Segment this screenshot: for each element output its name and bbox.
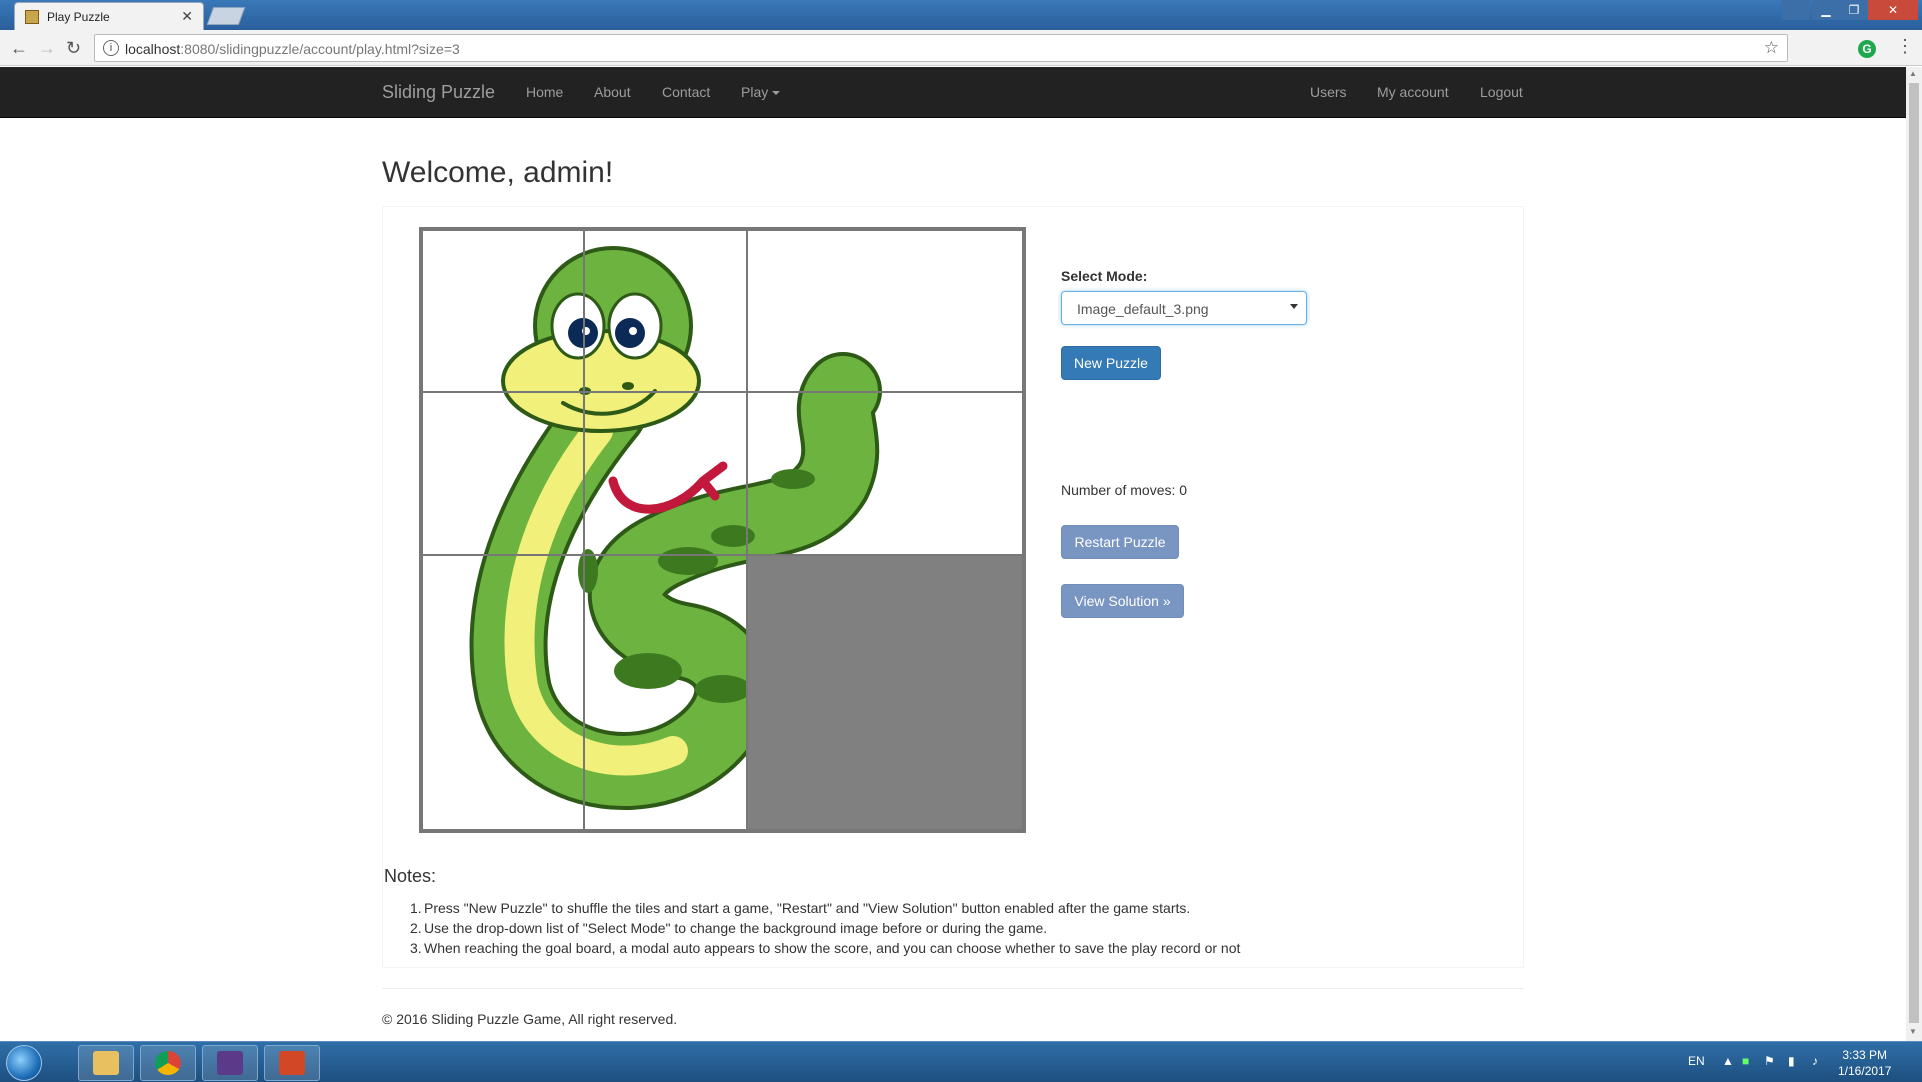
- list-item: 1. Press "New Puzzle" to shuffle the tile…: [410, 900, 1191, 916]
- chrome-icon: [155, 1051, 181, 1075]
- tab-title: Play Puzzle: [47, 10, 110, 24]
- nav-play-label: Play: [741, 84, 769, 100]
- moves-counter: Number of moves: 0: [1061, 482, 1188, 498]
- forward-icon[interactable]: →: [38, 38, 56, 59]
- favicon-icon: [25, 10, 39, 24]
- grid-line: [423, 391, 1022, 393]
- taskbar-clock[interactable]: 3:33 PM 1/16/2017: [1838, 1047, 1891, 1079]
- tab-play-puzzle[interactable]: Play Puzzle ✕: [14, 2, 204, 30]
- taskbar-chrome[interactable]: [140, 1045, 196, 1081]
- list-item: 3. When reaching the goal board, a modal …: [410, 940, 1241, 956]
- flag-icon[interactable]: ⚑: [1764, 1054, 1775, 1068]
- view-solution-button[interactable]: View Solution »: [1061, 584, 1184, 618]
- note-text: When reaching the goal board, a modal au…: [424, 940, 1241, 956]
- browser-tabstrip: Play Puzzle ✕ ▁ ❐ ✕: [0, 0, 1922, 30]
- window-restore-button[interactable]: ❐: [1840, 0, 1868, 20]
- tray-app-icon[interactable]: ■: [1742, 1054, 1749, 1068]
- grid-line: [583, 231, 585, 829]
- window-minimize-button[interactable]: ▁: [1812, 0, 1840, 20]
- presentation-icon: [279, 1051, 305, 1075]
- clock-time: 3:33 PM: [1842, 1048, 1888, 1062]
- window-user-icon[interactable]: [1782, 0, 1810, 20]
- language-indicator[interactable]: EN: [1688, 1054, 1705, 1068]
- select-mode-value: Image_default_3.png: [1077, 301, 1209, 317]
- scroll-thumb[interactable]: [1909, 83, 1919, 1023]
- tab-close-icon[interactable]: ✕: [181, 8, 193, 25]
- page-title: Welcome, admin!: [382, 156, 614, 189]
- network-icon[interactable]: ▮: [1788, 1054, 1795, 1068]
- note-text: Press "New Puzzle" to shuffle the tiles …: [424, 900, 1191, 916]
- bookmark-star-icon[interactable]: ☆: [1764, 38, 1779, 58]
- new-puzzle-button[interactable]: New Puzzle: [1061, 346, 1161, 380]
- note-text: Use the drop-down list of "Select Mode" …: [424, 920, 1048, 936]
- browser-toolbar: ← → ↻ i localhost:8080/slidingpuzzle/acc…: [0, 30, 1922, 66]
- ide-icon: [217, 1051, 243, 1075]
- nav-users[interactable]: Users: [1310, 84, 1347, 100]
- scroll-up-icon[interactable]: ▲: [1909, 69, 1917, 78]
- footer-divider: [382, 988, 1524, 989]
- notes-list: 1. Press "New Puzzle" to shuffle the tile…: [410, 898, 1240, 958]
- reload-icon[interactable]: ↻: [66, 38, 81, 59]
- notes-heading: Notes:: [384, 866, 437, 886]
- nav-play-dropdown[interactable]: Play: [741, 84, 781, 100]
- url-text[interactable]: localhost:8080/slidingpuzzle/account/pla…: [125, 41, 460, 57]
- caret-down-icon: [772, 91, 781, 96]
- start-button[interactable]: [6, 1045, 42, 1081]
- taskbar-explorer[interactable]: [78, 1045, 134, 1081]
- taskbar-ide[interactable]: [202, 1045, 258, 1081]
- window-close-button[interactable]: ✕: [1868, 0, 1918, 20]
- extension-icon[interactable]: G: [1858, 40, 1876, 58]
- back-icon[interactable]: ←: [10, 38, 28, 59]
- restart-puzzle-button[interactable]: Restart Puzzle: [1061, 525, 1179, 559]
- puzzle-board[interactable]: [419, 227, 1026, 833]
- footer-text: © 2016 Sliding Puzzle Game, All right re…: [382, 1011, 678, 1027]
- nav-logout[interactable]: Logout: [1480, 84, 1523, 100]
- dropdown-arrow-icon: [1290, 304, 1298, 309]
- list-item: 2. Use the drop-down list of "Select Mode…: [410, 920, 1048, 936]
- page-scrollbar[interactable]: ▲ ▼: [1906, 67, 1922, 1041]
- url-host: localhost: [125, 41, 181, 57]
- address-bar[interactable]: i localhost:8080/slidingpuzzle/account/p…: [94, 34, 1788, 62]
- navbar-brand[interactable]: Sliding Puzzle: [382, 82, 495, 103]
- scroll-down-icon[interactable]: ▼: [1909, 1027, 1917, 1036]
- taskbar-presentation[interactable]: [264, 1045, 320, 1081]
- nav-home[interactable]: Home: [526, 84, 563, 100]
- empty-tile: [748, 556, 1022, 829]
- url-path: :8080/slidingpuzzle/account/play.html?si…: [180, 41, 460, 57]
- site-navbar: Sliding Puzzle Home About Contact Play U…: [0, 67, 1906, 118]
- select-mode-dropdown[interactable]: Image_default_3.png: [1061, 291, 1307, 325]
- nav-my-account[interactable]: My account: [1377, 84, 1449, 100]
- browser-menu-icon[interactable]: ⋮: [1896, 36, 1914, 57]
- folder-icon: [93, 1051, 119, 1075]
- tray-expand-icon[interactable]: ▲: [1722, 1054, 1734, 1068]
- info-icon[interactable]: i: [103, 40, 119, 56]
- select-mode-label: Select Mode:: [1061, 268, 1148, 284]
- nav-about[interactable]: About: [594, 84, 631, 100]
- volume-icon[interactable]: ♪: [1812, 1054, 1818, 1068]
- new-tab-button[interactable]: [206, 7, 246, 25]
- windows-taskbar: EN ▲ ■ ⚑ ▮ ♪ 3:33 PM 1/16/2017: [0, 1041, 1922, 1082]
- nav-contact[interactable]: Contact: [662, 84, 710, 100]
- clock-date: 1/16/2017: [1838, 1064, 1892, 1078]
